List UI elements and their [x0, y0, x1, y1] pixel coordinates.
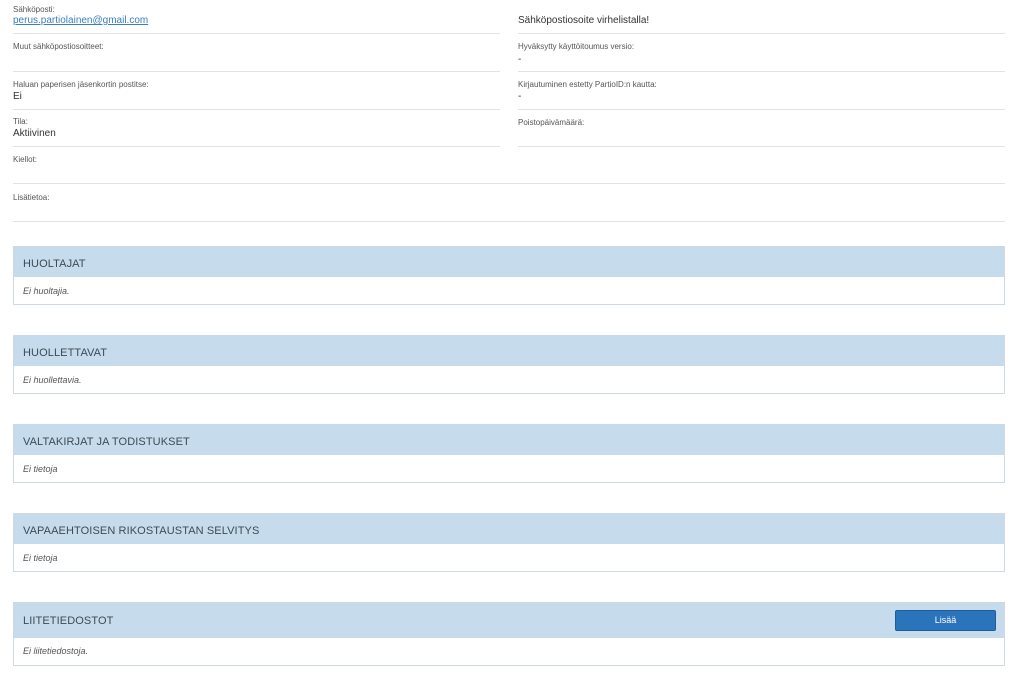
certificates-panel: VALTAKIRJAT JA TODISTUKSET Ei tietoja — [13, 424, 1005, 483]
dependents-panel-header: HUOLLETTAVAT — [14, 336, 1004, 366]
certificates-panel-body: Ei tietoja — [14, 455, 1004, 482]
field-status: Tila: Aktiivinen — [13, 110, 500, 147]
guardians-panel-body: Ei huoltajia. — [14, 277, 1004, 304]
attachments-panel-header: LIITETIEDOSTOT Lisää — [14, 603, 1004, 638]
certificates-panel-title: VALTAKIRJAT JA TODISTUKSET — [23, 436, 190, 448]
background-check-panel: VAPAAEHTOISEN RIKOSTAUSTAN SELVITYS Ei t… — [13, 513, 1005, 572]
guardians-panel-title: HUOLTAJAT — [23, 258, 86, 270]
dependents-panel-body: Ei huollettavia. — [14, 366, 1004, 393]
field-terms-version-label: Hyväksytty käyttöitoumus versio: — [518, 42, 635, 51]
field-other-emails: Muut sähköpostiosoitteet: — [13, 34, 500, 72]
attachments-empty-text: Ei liitetiedostoja. — [23, 646, 89, 656]
field-additional-info-label: Lisätietoa: — [13, 193, 50, 202]
attachments-panel: LIITETIEDOSTOT Lisää Ei liitetiedostoja. — [13, 602, 1005, 666]
certificates-panel-header: VALTAKIRJAT JA TODISTUKSET — [14, 425, 1004, 455]
dependents-panel: HUOLLETTAVAT Ei huollettavia. — [13, 335, 1005, 394]
field-paper-card-label: Haluan paperisen jäsenkortin postitse: — [13, 80, 149, 89]
email-link[interactable]: perus.partiolainen@gmail.com — [13, 15, 148, 26]
dependents-empty-text: Ei huollettavia. — [23, 375, 82, 385]
email-error-notice: Sähköpostiosoite virhelistalla! — [518, 15, 650, 26]
background-check-empty-text: Ei tietoja — [23, 553, 58, 563]
dependents-panel-title: HUOLLETTAVAT — [23, 347, 108, 359]
field-additional-info: Lisätietoa: — [13, 184, 1005, 222]
background-check-panel-body: Ei tietoja — [14, 544, 1004, 571]
field-terms-version-value: - — [518, 54, 522, 65]
background-check-panel-header: VAPAAEHTOISEN RIKOSTAUSTAN SELVITYS — [14, 514, 1004, 544]
field-prohibitions: Kiellot: — [13, 147, 1005, 184]
guardians-empty-text: Ei huoltajia. — [23, 286, 70, 296]
field-email-error: Sähköpostiosoite virhelistalla! — [518, 0, 1005, 34]
guardians-panel: HUOLTAJAT Ei huoltajia. — [13, 246, 1005, 305]
field-login-blocked-label: Kirjautuminen estetty PartioID:n kautta: — [518, 80, 657, 89]
field-status-label: Tila: — [13, 117, 28, 126]
attachments-panel-title: LIITETIEDOSTOT — [23, 615, 114, 627]
certificates-empty-text: Ei tietoja — [23, 464, 58, 474]
field-paper-card: Haluan paperisen jäsenkortin postitse: E… — [13, 72, 500, 110]
background-check-panel-title: VAPAAEHTOISEN RIKOSTAUSTAN SELVITYS — [23, 525, 260, 537]
field-login-blocked: Kirjautuminen estetty PartioID:n kautta:… — [518, 72, 1005, 110]
field-removal-date: Poistopäivämäärä: — [518, 110, 1005, 147]
field-email-label: Sähköposti: — [13, 5, 55, 14]
field-login-blocked-value: - — [518, 91, 522, 102]
guardians-panel-header: HUOLTAJAT — [14, 247, 1004, 277]
add-attachment-button[interactable]: Lisää — [895, 610, 996, 631]
field-terms-version: Hyväksytty käyttöitoumus versio: - — [518, 34, 1005, 72]
field-status-value: Aktiivinen — [13, 128, 56, 139]
field-paper-card-value: Ei — [13, 91, 22, 102]
attachments-panel-body: Ei liitetiedostoja. — [14, 638, 1004, 665]
field-other-emails-label: Muut sähköpostiosoitteet: — [13, 42, 104, 51]
field-email: Sähköposti: perus.partiolainen@gmail.com — [13, 0, 500, 34]
field-prohibitions-label: Kiellot: — [13, 155, 38, 164]
field-removal-date-label: Poistopäivämäärä: — [518, 118, 585, 127]
